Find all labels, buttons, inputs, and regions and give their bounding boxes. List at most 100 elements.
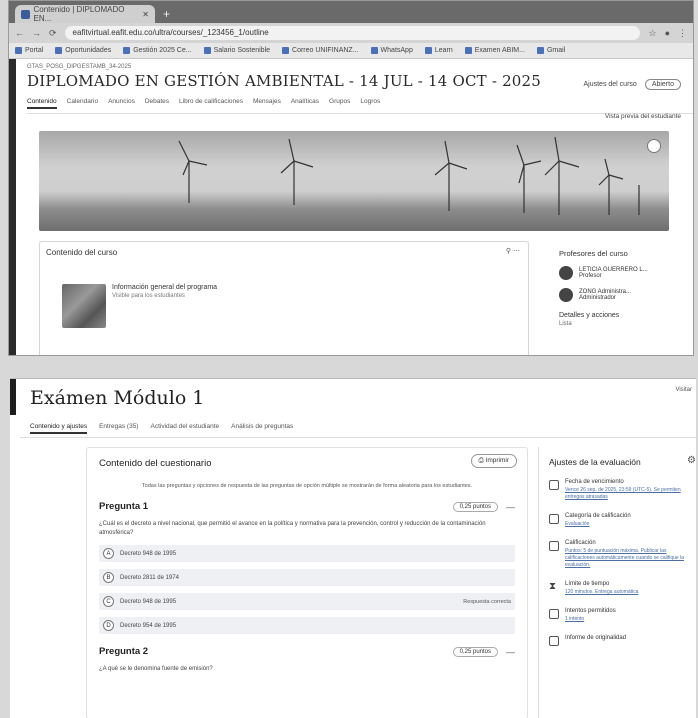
tab-mensajes[interactable]: Mensajes — [253, 98, 281, 109]
course-code: GTAS_POSG_DIPGESTAMB_34-2025 — [27, 64, 132, 70]
professor-row[interactable]: ZONG Administra... Administrador — [559, 288, 681, 302]
course-sidebar-strip — [9, 59, 16, 355]
tab-calificaciones[interactable]: Libro de calificaciones — [179, 98, 243, 109]
tab-actividad[interactable]: Actividad del estudiante — [150, 423, 219, 434]
bookmark-icon — [536, 47, 544, 54]
details-title: Detalles y acciones — [559, 312, 620, 319]
evaluation-settings-panel: Ajustes de la evaluación ⚙ Fecha de venc… — [538, 447, 696, 718]
bookmark[interactable]: WhatsApp — [370, 47, 413, 54]
tab-calendario[interactable]: Calendario — [67, 98, 98, 109]
collapse-icon[interactable]: — — [506, 502, 515, 512]
answer-option: B Decreto 2811 de 1974 — [99, 569, 515, 586]
gear-icon[interactable]: ⚙ — [687, 455, 696, 466]
question-label: Pregunta 2 — [99, 646, 149, 657]
tab-debates[interactable]: Debates — [145, 98, 169, 109]
bookmarks-bar: Portal Oportunidades Gestión 2025 Ce... … — [9, 43, 693, 59]
item-title[interactable]: Información general del programa — [112, 284, 217, 291]
option-letter: A — [103, 548, 114, 559]
composite-screenshot: Contenido | DIPLOMADO EN... ✕ + ← → ⟳ ea… — [0, 0, 698, 718]
question-header: Pregunta 1 0,25 puntos — — [99, 501, 515, 512]
quiz-content-title: Contenido del cuestionario — [99, 458, 212, 469]
print-button[interactable]: ⎙ Imprimir — [470, 454, 517, 468]
bookmark-label: Learn — [434, 47, 453, 54]
tab-analiticas[interactable]: Analíticas — [291, 98, 319, 109]
menu-icon[interactable]: ⋮ — [678, 28, 687, 39]
browser-tab[interactable]: Contenido | DIPLOMADO EN... ✕ — [15, 5, 155, 23]
setting-value[interactable]: Evaluación — [565, 521, 631, 528]
bookmark[interactable]: Correo UNIFINANZ... — [282, 47, 359, 54]
setting-value[interactable]: Puntos: 5 de puntuación máxima. Publicar… — [565, 548, 696, 569]
tab-analisis[interactable]: Análisis de preguntas — [231, 423, 293, 434]
bookmark-icon — [123, 47, 131, 54]
setting-value[interactable]: 120 minutos. Entrega automática — [565, 589, 638, 596]
course-settings-link[interactable]: Ajustes del curso — [584, 81, 637, 88]
course-page-screenshot: Contenido | DIPLOMADO EN... ✕ + ← → ⟳ ea… — [8, 0, 694, 356]
setting-grade-category[interactable]: Categoría de calificación Evaluación — [549, 513, 696, 528]
points-badge[interactable]: 0,25 puntos — [452, 501, 498, 512]
answer-option: A Decreto 948 de 1995 — [99, 545, 515, 562]
hourglass-icon: ⧗ — [549, 581, 557, 592]
back-icon[interactable]: ← — [15, 28, 24, 38]
student-preview-link[interactable]: Vista previa del estudiante — [605, 113, 681, 120]
professors-title: Profesores del curso — [559, 249, 628, 258]
setting-value[interactable]: Vence 26 sep. de 2025, 23:59 (UTC-5). Se… — [565, 487, 696, 501]
bookmark[interactable]: Portal — [15, 47, 43, 54]
forward-icon[interactable]: → — [32, 28, 41, 38]
setting-label: Categoría de calificación — [565, 513, 631, 519]
setting-grading[interactable]: Calificación Puntos: 5 de puntuación máx… — [549, 540, 696, 569]
setting-attempts[interactable]: Intentos permitidos 1 intento — [549, 608, 696, 623]
reload-icon[interactable]: ⟳ — [49, 28, 57, 39]
bookmark-label: Salario Sostenible — [213, 47, 271, 54]
bookmark[interactable]: Gmail — [536, 47, 565, 54]
setting-originality[interactable]: Informe de originalidad — [549, 635, 696, 646]
bookmark-icon — [203, 47, 211, 54]
url-input[interactable]: eafitvirtual.eafit.edu.co/ultra/courses/… — [64, 26, 641, 40]
bookmark[interactable]: Oportunidades — [55, 47, 111, 54]
favicon-icon — [21, 9, 30, 19]
tab-logros[interactable]: Logros — [360, 98, 380, 109]
bookmark-label: Examen ABIM... — [474, 47, 525, 54]
visit-link[interactable]: Visitar — [675, 387, 692, 393]
course-status-badge[interactable]: Abierto — [644, 79, 681, 90]
calendar-icon — [549, 480, 559, 490]
wind-turbines-illustration — [178, 136, 640, 215]
question-label: Pregunta 1 — [99, 501, 149, 512]
answer-option: D Decreto 954 de 1995 — [99, 617, 515, 634]
settings-title: Ajustes de la evaluación — [549, 457, 641, 467]
tab-anuncios[interactable]: Anuncios — [108, 98, 135, 109]
bookmark-label: Portal — [25, 47, 44, 54]
tab-contenido[interactable]: Contenido — [27, 98, 57, 109]
tab-contenido-ajustes[interactable]: Contenido y ajustes — [30, 423, 88, 434]
search-icon[interactable]: ⚲ ⋯ — [506, 247, 520, 255]
bookmark-icon — [282, 47, 290, 54]
setting-due-date[interactable]: Fecha de vencimiento Vence 26 sep. de 20… — [549, 479, 696, 501]
profile-icon[interactable]: ● — [665, 28, 670, 38]
professor-row[interactable]: LETICIA GUERRERO L... Profesor — [559, 266, 681, 280]
setting-value[interactable]: 1 intento — [565, 616, 616, 623]
new-tab-icon[interactable]: + — [163, 7, 170, 21]
course-content-panel: Contenido del curso ⚲ ⋯ Información gene… — [39, 241, 529, 355]
tab-entregas[interactable]: Entregas (35) — [99, 423, 138, 434]
bookmark[interactable]: Examen ABIM... — [464, 47, 525, 54]
bookmark-icon — [15, 47, 22, 54]
bookmark[interactable]: Salario Sostenible — [203, 47, 271, 54]
bookmark[interactable]: Learn — [424, 47, 453, 54]
close-tab-icon[interactable]: ✕ — [142, 10, 149, 19]
bookmark[interactable]: Gestión 2025 Ce... — [123, 47, 192, 54]
option-text: Decreto 948 de 1995 — [120, 598, 177, 605]
correct-answer-tag: Respuesta correcta — [463, 598, 511, 605]
setting-label: Calificación — [565, 540, 596, 546]
points-badge[interactable]: 0,25 puntos — [452, 646, 498, 657]
details-list-link[interactable]: Lista — [559, 321, 681, 327]
setting-label: Intentos permitidos — [565, 608, 616, 614]
professors-panel: Profesores del curso LETICIA GUERRERO L.… — [551, 241, 681, 355]
tab-grupos[interactable]: Grupos — [329, 98, 350, 109]
quiz-page-screenshot: Exámen Módulo 1 Visitar Contenido y ajus… — [10, 378, 696, 718]
item-visibility[interactable]: Visible para los estudiantes — [112, 293, 217, 299]
edit-banner-button[interactable] — [647, 139, 661, 153]
setting-time-limit[interactable]: ⧗ Límite de tiempo 120 minutos. Entrega … — [549, 581, 696, 596]
bookmark-star-icon[interactable]: ☆ — [648, 28, 656, 39]
content-item[interactable]: Información general del programa Visible… — [56, 282, 526, 332]
collapse-icon[interactable]: — — [506, 647, 515, 657]
quiz-tabs: Contenido y ajustes Entregas (35) Activi… — [30, 423, 293, 434]
